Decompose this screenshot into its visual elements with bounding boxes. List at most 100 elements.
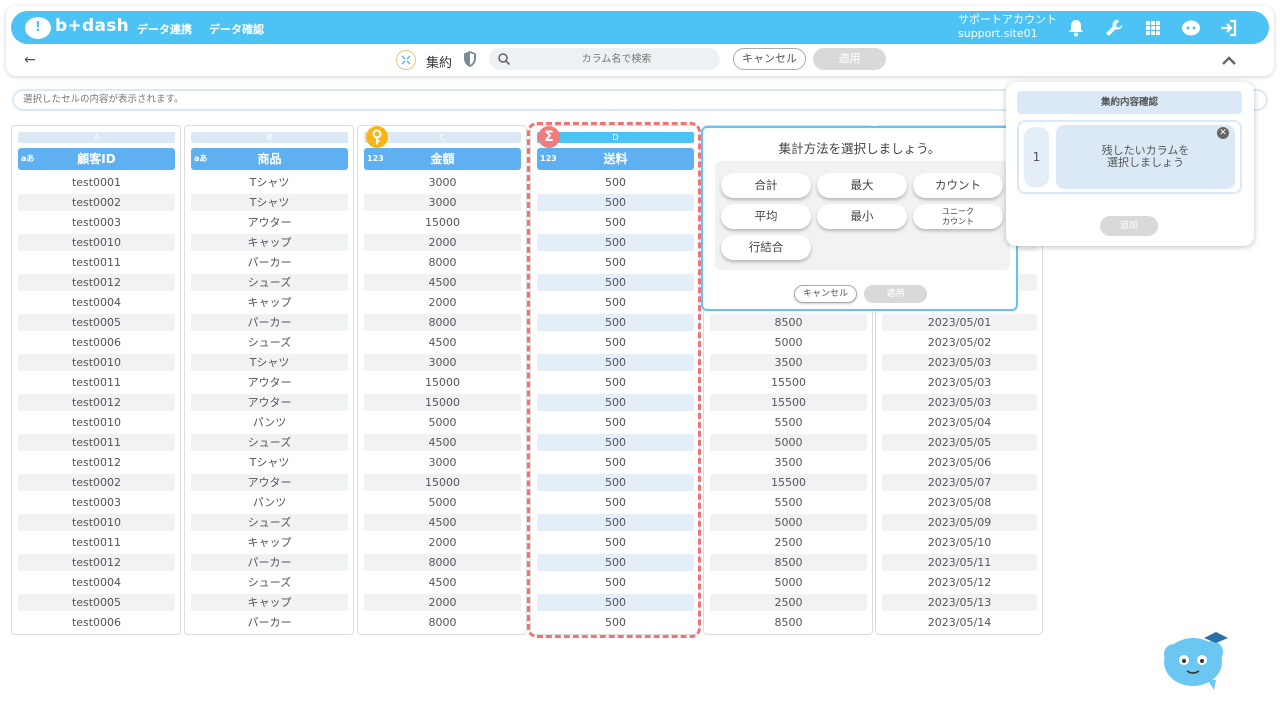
table-cell[interactable]: 500: [537, 394, 694, 411]
table-cell[interactable]: 500: [537, 434, 694, 451]
table-cell[interactable]: 4500: [364, 274, 521, 291]
popup-cancel-button[interactable]: キャンセル: [794, 285, 857, 303]
cancel-button[interactable]: キャンセル: [733, 48, 806, 70]
table-cell[interactable]: 5000: [710, 434, 867, 451]
option-unique-count[interactable]: ユニーク カウント: [913, 204, 1003, 229]
logout-icon[interactable]: [1218, 17, 1240, 39]
table-cell[interactable]: test0006: [18, 614, 175, 631]
table-cell[interactable]: 5000: [710, 514, 867, 531]
column-header[interactable]: aあ 顧客ID: [18, 148, 175, 170]
table-cell[interactable]: 500: [537, 354, 694, 371]
table-cell[interactable]: 15500: [710, 374, 867, 391]
table-cell[interactable]: 2023/05/08: [882, 494, 1037, 511]
table-cell[interactable]: 2023/05/07: [882, 474, 1037, 491]
wrench-icon[interactable]: [1103, 17, 1125, 39]
column-search-input[interactable]: [519, 50, 714, 68]
table-cell[interactable]: 15500: [710, 394, 867, 411]
option-row-join[interactable]: 行結合: [721, 235, 811, 260]
option-count[interactable]: カウント: [913, 173, 1003, 198]
table-cell[interactable]: 500: [537, 554, 694, 571]
table-cell[interactable]: 8000: [364, 254, 521, 271]
table-cell[interactable]: シューズ: [191, 514, 348, 531]
table-cell[interactable]: 2023/05/11: [882, 554, 1037, 571]
nav-data-check[interactable]: データ確認: [209, 21, 264, 37]
close-icon[interactable]: ✕: [1217, 127, 1229, 139]
table-cell[interactable]: 500: [537, 494, 694, 511]
table-cell[interactable]: 8500: [710, 614, 867, 631]
table-cell[interactable]: 8500: [710, 314, 867, 331]
table-cell[interactable]: パンツ: [191, 414, 348, 431]
table-cell[interactable]: 500: [537, 614, 694, 631]
table-cell[interactable]: 500: [537, 194, 694, 211]
table-cell[interactable]: 2000: [364, 294, 521, 311]
option-max[interactable]: 最大: [817, 173, 907, 198]
table-cell[interactable]: アウター: [191, 374, 348, 391]
table-cell[interactable]: test0002: [18, 474, 175, 491]
table-cell[interactable]: 4500: [364, 574, 521, 591]
popup-apply-button[interactable]: 適用: [864, 285, 927, 303]
table-cell[interactable]: Tシャツ: [191, 454, 348, 471]
table-cell[interactable]: test0011: [18, 434, 175, 451]
table-cell[interactable]: キャップ: [191, 294, 348, 311]
table-cell[interactable]: 500: [537, 294, 694, 311]
table-cell[interactable]: 2023/05/05: [882, 434, 1037, 451]
table-cell[interactable]: 5000: [710, 334, 867, 351]
table-cell[interactable]: 5500: [710, 494, 867, 511]
table-cell[interactable]: test0006: [18, 334, 175, 351]
table-cell[interactable]: 2000: [364, 594, 521, 611]
table-cell[interactable]: test0010: [18, 354, 175, 371]
table-cell[interactable]: パーカー: [191, 614, 348, 631]
table-cell[interactable]: キャップ: [191, 594, 348, 611]
table-cell[interactable]: 2023/05/03: [882, 394, 1037, 411]
table-cell[interactable]: キャップ: [191, 234, 348, 251]
table-cell[interactable]: 500: [537, 254, 694, 271]
table-cell[interactable]: 15000: [364, 474, 521, 491]
table-cell[interactable]: Tシャツ: [191, 174, 348, 191]
table-cell[interactable]: 3500: [710, 354, 867, 371]
table-cell[interactable]: 500: [537, 454, 694, 471]
option-min[interactable]: 最小: [817, 204, 907, 229]
table-cell[interactable]: 500: [537, 234, 694, 251]
apply-button[interactable]: 適用: [813, 48, 886, 70]
table-cell[interactable]: 500: [537, 174, 694, 191]
table-cell[interactable]: 500: [537, 214, 694, 231]
logo[interactable]: ! b+dash: [25, 16, 129, 40]
table-cell[interactable]: シューズ: [191, 274, 348, 291]
table-cell[interactable]: test0010: [18, 414, 175, 431]
account-info[interactable]: サポートアカウント support.site01: [958, 13, 1057, 41]
table-cell[interactable]: 500: [537, 534, 694, 551]
table-cell[interactable]: 5000: [364, 494, 521, 511]
table-cell[interactable]: test0012: [18, 394, 175, 411]
table-cell[interactable]: 15000: [364, 214, 521, 231]
table-cell[interactable]: test0004: [18, 294, 175, 311]
table-cell[interactable]: シューズ: [191, 574, 348, 591]
table-cell[interactable]: 2023/05/04: [882, 414, 1037, 431]
table-cell[interactable]: パーカー: [191, 254, 348, 271]
table-cell[interactable]: 4500: [364, 434, 521, 451]
table-cell[interactable]: 500: [537, 514, 694, 531]
table-cell[interactable]: 3000: [364, 354, 521, 371]
back-button[interactable]: ←: [24, 52, 36, 68]
table-cell[interactable]: 3000: [364, 194, 521, 211]
table-cell[interactable]: 500: [537, 594, 694, 611]
table-cell[interactable]: 2023/05/06: [882, 454, 1037, 471]
table-cell[interactable]: 15000: [364, 394, 521, 411]
table-cell[interactable]: シューズ: [191, 334, 348, 351]
table-cell[interactable]: test0010: [18, 234, 175, 251]
table-cell[interactable]: 500: [537, 334, 694, 351]
shield-icon[interactable]: [462, 50, 478, 68]
table-cell[interactable]: 500: [537, 314, 694, 331]
table-cell[interactable]: 3000: [364, 174, 521, 191]
table-cell[interactable]: 5000: [364, 414, 521, 431]
table-cell[interactable]: 5500: [710, 414, 867, 431]
table-cell[interactable]: test0005: [18, 594, 175, 611]
table-cell[interactable]: 2023/05/03: [882, 374, 1037, 391]
grid-icon[interactable]: [1142, 17, 1164, 39]
table-cell[interactable]: パーカー: [191, 314, 348, 331]
table-cell[interactable]: 2023/05/02: [882, 334, 1037, 351]
table-cell[interactable]: test0012: [18, 454, 175, 471]
table-cell[interactable]: 15000: [364, 374, 521, 391]
bell-icon[interactable]: [1065, 17, 1087, 39]
column-drop-target[interactable]: 残したいカラムを 選択しましょう: [1056, 125, 1235, 189]
table-cell[interactable]: 8000: [364, 554, 521, 571]
